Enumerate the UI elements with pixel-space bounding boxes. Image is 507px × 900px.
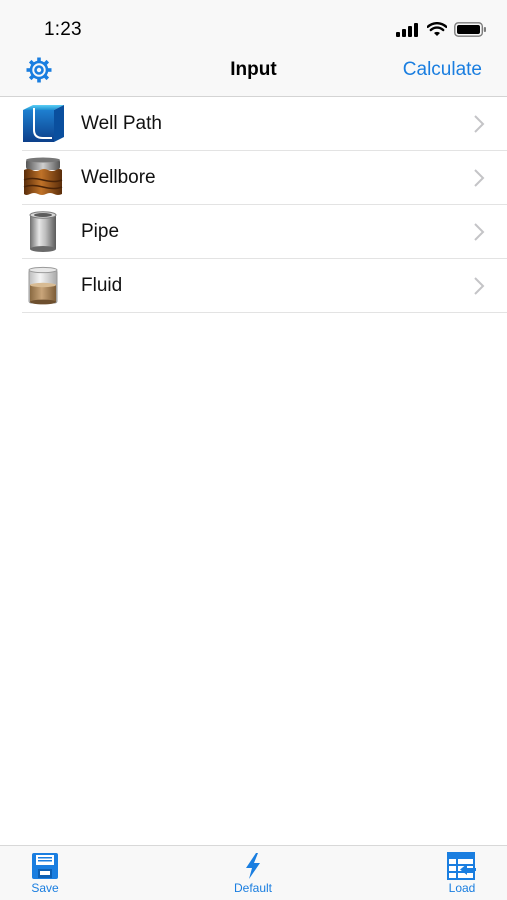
pipe-icon (29, 211, 57, 252)
save-label: Save (31, 881, 59, 895)
tab-bar: Save Default Load (0, 845, 507, 900)
fluid-beaker-icon (28, 266, 58, 305)
input-list: Well Path Wellbore Pipe Fluid (0, 97, 507, 313)
list-item-label: Wellbore (81, 167, 156, 188)
wifi-icon (427, 22, 447, 36)
save-button[interactable]: Save (10, 852, 80, 895)
status-icons (396, 22, 487, 37)
calculate-button[interactable]: Calculate (403, 59, 482, 81)
default-button[interactable]: Default (218, 852, 288, 895)
chevron-right-icon (474, 277, 485, 295)
chevron-right-icon (474, 223, 485, 241)
chevron-right-icon (474, 169, 485, 187)
list-item-label: Well Path (81, 113, 162, 134)
status-bar: 1:23 (0, 0, 507, 50)
load-table-icon (447, 852, 476, 880)
row-divider (22, 312, 507, 313)
status-time: 1:23 (44, 19, 82, 40)
chevron-right-icon (474, 115, 485, 133)
list-item-fluid[interactable]: Fluid (0, 259, 507, 313)
wellbore-icon (23, 157, 63, 195)
load-label: Load (448, 881, 476, 895)
list-item-label: Pipe (81, 221, 120, 242)
list-item-well-path[interactable]: Well Path (0, 97, 507, 151)
list-item-pipe[interactable]: Pipe (0, 205, 507, 259)
lightning-bolt-icon (246, 853, 260, 879)
cellular-signal-icon (396, 22, 418, 37)
default-label: Default (233, 881, 273, 895)
screen: 1:23 Input Calculate Well Path Wellbore … (0, 0, 507, 900)
battery-icon (454, 22, 486, 37)
list-item-label: Fluid (81, 275, 123, 296)
well-path-icon (23, 105, 64, 142)
navigation-bar: Input Calculate (0, 50, 507, 97)
list-item-wellbore[interactable]: Wellbore (0, 151, 507, 205)
floppy-disk-icon (32, 853, 58, 879)
load-button[interactable]: Load (427, 852, 497, 895)
